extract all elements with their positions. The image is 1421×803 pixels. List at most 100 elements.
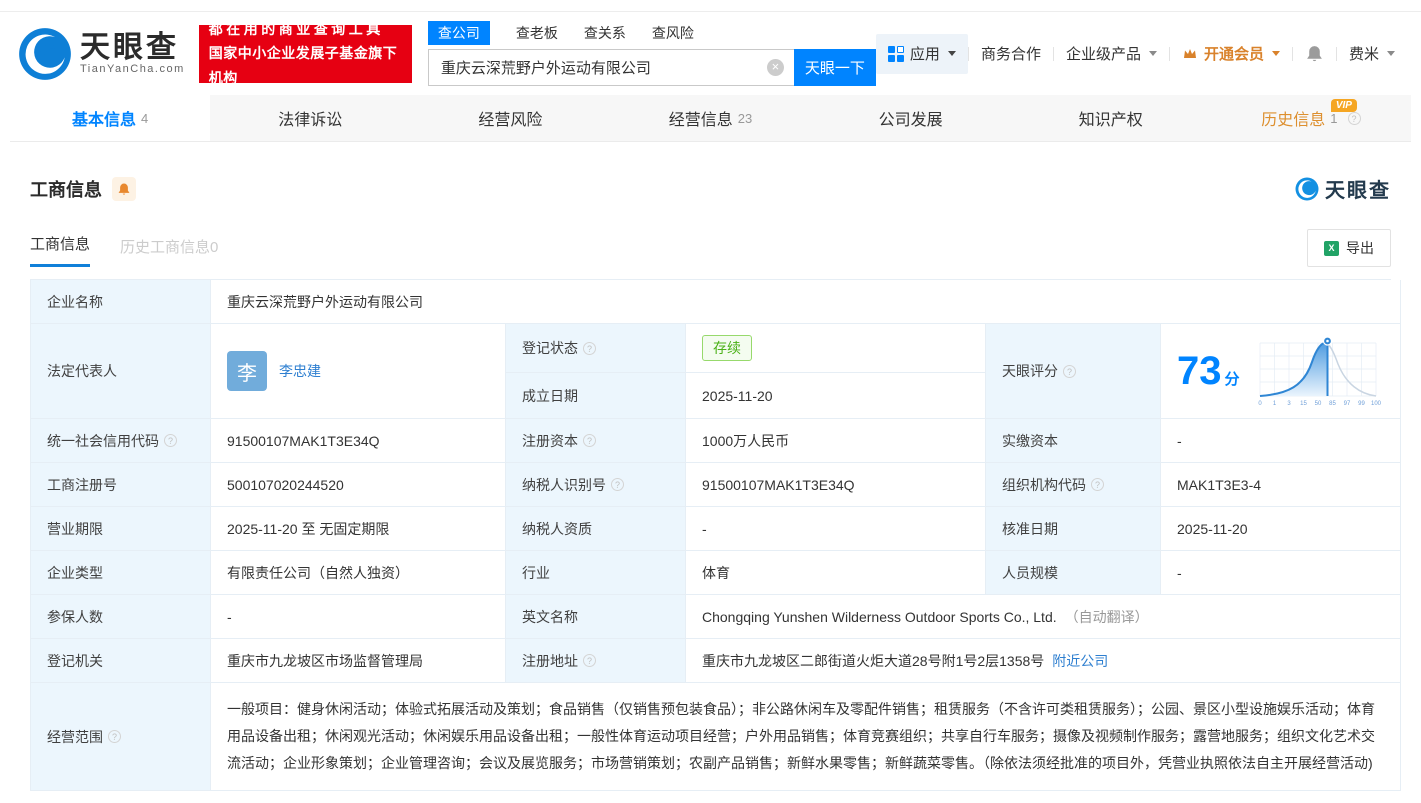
tab-label: 经营风险 bbox=[478, 112, 543, 129]
org-code-label-text: 组织机构代码 bbox=[1002, 476, 1086, 493]
bell-icon bbox=[1307, 46, 1322, 62]
legal-rep-avatar[interactable]: 李 bbox=[227, 351, 267, 391]
address-value: 重庆市九龙坡区二郎街道火炬大道28号附1号2层1358号 bbox=[702, 652, 1045, 669]
auto-translate-note: （自动翻译） bbox=[1064, 608, 1149, 625]
top-menu: 应用 商务合作 企业级产品 开通会员 费米 bbox=[875, 33, 1421, 74]
tab-count: 4 bbox=[140, 110, 149, 126]
subtab-business-info[interactable]: 工商信息 bbox=[30, 233, 91, 267]
enterprise-product-menu[interactable]: 企业级产品 bbox=[1054, 43, 1169, 64]
user-name: 费米 bbox=[1348, 46, 1379, 63]
tab-operation-info[interactable]: 经营信息 23 bbox=[610, 95, 810, 141]
business-info-subtabs: 工商信息 历史工商信息0 导出 bbox=[30, 229, 1391, 267]
svg-text:50: 50 bbox=[1314, 401, 1321, 407]
nearby-companies-link[interactable]: 附近公司 bbox=[1052, 651, 1108, 671]
reg-number-label: 工商注册号 bbox=[31, 463, 211, 507]
taxpayer-quality-label: 纳税人资质 bbox=[506, 507, 686, 551]
insured-label: 参保人数 bbox=[31, 595, 211, 639]
brand-name: 天眼查 bbox=[80, 30, 179, 64]
legal-rep-link[interactable]: 李忠建 bbox=[279, 361, 321, 381]
reg-status-label: 登记状态 bbox=[506, 324, 686, 373]
business-term-value: 2025-11-20 至 无固定期限 bbox=[211, 507, 506, 551]
taxpayer-id-label: 纳税人识别号 bbox=[506, 463, 686, 507]
industry-label: 行业 bbox=[506, 551, 686, 595]
tab-history-info[interactable]: VIP 历史信息 1 bbox=[1211, 95, 1411, 141]
uscc-value: 91500107MAK1T3E34Q bbox=[211, 419, 506, 463]
address-cell: 重庆市九龙坡区二郎街道火炬大道28号附1号2层1358号 附近公司 bbox=[686, 639, 1401, 683]
help-icon[interactable] bbox=[583, 341, 596, 355]
reg-capital-value: 1000万人民币 bbox=[686, 419, 986, 463]
company-type-value: 有限责任公司（自然人独资） bbox=[211, 551, 506, 595]
uscc-label-text: 统一社会信用代码 bbox=[47, 432, 159, 449]
apps-grid-icon bbox=[887, 45, 904, 62]
tab-label: 基本信息 bbox=[71, 112, 136, 129]
vip-upgrade-menu[interactable]: 开通会员 bbox=[1170, 43, 1292, 64]
english-name-cell: Chongqing Yunshen Wilderness Outdoor Spo… bbox=[686, 595, 1401, 639]
tab-label: 公司发展 bbox=[878, 112, 943, 129]
status-badge: 存续 bbox=[702, 335, 752, 361]
tab-basic-info[interactable]: 基本信息 4 bbox=[10, 95, 211, 141]
subscribe-bell-button[interactable] bbox=[112, 176, 136, 201]
search-tab-company[interactable]: 查公司 bbox=[427, 21, 490, 45]
insured-value: - bbox=[211, 595, 506, 639]
approve-date-label: 核准日期 bbox=[986, 507, 1161, 551]
help-icon[interactable] bbox=[1091, 478, 1104, 491]
help-icon[interactable] bbox=[164, 434, 177, 447]
search-input[interactable] bbox=[427, 49, 794, 86]
svg-text:1: 1 bbox=[1272, 401, 1276, 407]
promo-line-1: 都在用的商业查询工具 bbox=[208, 20, 384, 37]
business-info-table: 企业名称 重庆云深荒野户外运动有限公司 法定代表人 李 李忠建 登记状态 存续 … bbox=[30, 279, 1401, 791]
business-scope-label: 经营范围 bbox=[31, 683, 211, 791]
vip-upgrade-label: 开通会员 bbox=[1203, 46, 1264, 63]
score-label-text: 天眼评分 bbox=[1002, 363, 1058, 379]
legal-rep-cell: 李 李忠建 bbox=[211, 324, 506, 419]
score-value: 73 bbox=[1177, 349, 1222, 393]
business-scope-label-text: 经营范围 bbox=[47, 728, 103, 745]
export-button[interactable]: 导出 bbox=[1307, 229, 1391, 267]
help-icon[interactable] bbox=[611, 478, 624, 491]
reg-capital-label-text: 注册资本 bbox=[522, 432, 578, 449]
tab-label: 经营信息 bbox=[668, 112, 733, 129]
chevron-down-icon bbox=[947, 51, 956, 56]
search-button[interactable]: 天眼一下 bbox=[793, 49, 876, 86]
industry-value: 体育 bbox=[686, 551, 986, 595]
tab-intellectual-property[interactable]: 知识产权 bbox=[1011, 95, 1211, 141]
help-icon[interactable] bbox=[583, 654, 596, 667]
search-tab-relation[interactable]: 查关系 bbox=[584, 21, 626, 45]
business-cooperation-link[interactable]: 商务合作 bbox=[969, 43, 1053, 64]
user-menu[interactable]: 费米 bbox=[1337, 43, 1407, 64]
clear-input-icon[interactable] bbox=[766, 59, 784, 76]
address-label-text: 注册地址 bbox=[522, 652, 578, 669]
reg-status-cell: 存续 bbox=[686, 324, 986, 373]
excel-icon bbox=[1324, 240, 1339, 256]
business-scope-value: 一般项目：健身休闲活动；体验式拓展活动及策划；食品销售（仅销售预包装食品）；非公… bbox=[211, 683, 1401, 791]
help-icon[interactable] bbox=[108, 730, 121, 743]
org-code-value: MAK1T3E3-4 bbox=[1161, 463, 1401, 507]
company-name-label: 企业名称 bbox=[31, 280, 211, 324]
reg-authority-value: 重庆市九龙坡区市场监督管理局 bbox=[211, 639, 506, 683]
tab-legal-litigation[interactable]: 法律诉讼 bbox=[210, 95, 410, 141]
tab-operation-risk[interactable]: 经营风险 bbox=[410, 95, 610, 141]
paid-capital-value: - bbox=[1161, 419, 1401, 463]
search-tab-boss[interactable]: 查老板 bbox=[516, 21, 558, 45]
help-icon[interactable] bbox=[1347, 111, 1361, 125]
english-name-value: Chongqing Yunshen Wilderness Outdoor Spo… bbox=[702, 608, 1057, 625]
search-tab-risk[interactable]: 查风险 bbox=[652, 21, 694, 45]
watermark-brand: 天眼查 bbox=[1325, 180, 1391, 202]
company-name-value: 重庆云深荒野户外运动有限公司 bbox=[211, 280, 1401, 324]
help-icon[interactable] bbox=[1063, 364, 1076, 378]
chevron-down-icon bbox=[1271, 51, 1280, 56]
subtab-history-business-info[interactable]: 历史工商信息0 bbox=[120, 236, 218, 267]
tianyancha-logo[interactable]: 天眼查 TianYanCha.com bbox=[18, 27, 185, 81]
reg-number-value: 500107020244520 bbox=[211, 463, 506, 507]
svg-text:15: 15 bbox=[1300, 401, 1307, 407]
notifications-bell[interactable] bbox=[1293, 44, 1336, 63]
apps-menu[interactable]: 应用 bbox=[875, 33, 968, 74]
tab-count: 1 bbox=[1330, 110, 1338, 126]
tab-label: 知识产权 bbox=[1078, 112, 1143, 129]
tab-company-development[interactable]: 公司发展 bbox=[811, 95, 1011, 141]
help-icon[interactable] bbox=[583, 434, 596, 447]
main-content: 工商信息 天眼查 工商信息 历史工商信息0 导出 企业名称 重庆云深荒野户外运动… bbox=[0, 174, 1421, 791]
tianyancha-logo-icon bbox=[19, 27, 71, 80]
promo-banner: 都在用的商业查询工具 国家中小企业发展子基金旗下机构 bbox=[198, 21, 412, 86]
brand-domain: TianYanCha.com bbox=[80, 63, 185, 76]
